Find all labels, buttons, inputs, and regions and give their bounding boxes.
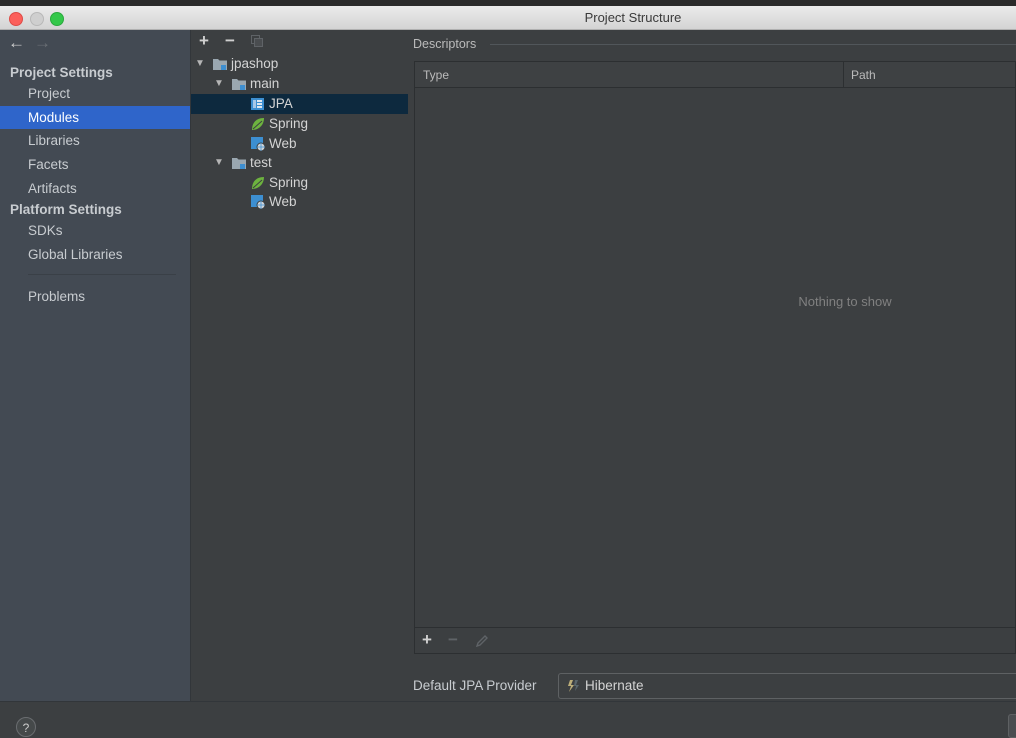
sidebar-item-artifacts[interactable]: Artifacts bbox=[0, 177, 190, 200]
tree-node-main-jpa[interactable]: JPA bbox=[191, 94, 409, 114]
column-header-type[interactable]: Type bbox=[423, 68, 449, 82]
descriptors-title: Descriptors bbox=[413, 37, 477, 51]
settings-sidebar: ← → Project Settings Project Modules Lib… bbox=[0, 30, 190, 701]
tree-node-label: Spring bbox=[269, 175, 309, 190]
sidebar-item-sdks[interactable]: SDKs bbox=[0, 219, 190, 242]
module-tree-panel: + − ▼ jpashop ▼ main JPA Spring Web ▼ te… bbox=[190, 30, 409, 701]
sidebar-item-global-libraries[interactable]: Global Libraries bbox=[0, 243, 190, 266]
window-title: Project Structure bbox=[584, 10, 682, 25]
column-divider[interactable] bbox=[843, 62, 844, 87]
jpa-provider-select[interactable]: Hibernate bbox=[558, 673, 1016, 699]
hibernate-icon bbox=[568, 680, 579, 692]
web-icon bbox=[251, 137, 265, 151]
help-button[interactable]: ? bbox=[16, 717, 36, 737]
dialog-action-button[interactable] bbox=[1008, 714, 1016, 738]
tree-node-test[interactable]: ▼ test bbox=[191, 153, 409, 173]
sidebar-item-project[interactable]: Project bbox=[0, 82, 190, 105]
tree-node-jpashop[interactable]: ▼ jpashop bbox=[191, 54, 409, 74]
descriptors-toolbar: + − bbox=[414, 628, 1016, 654]
module-folder-icon bbox=[232, 79, 246, 90]
forward-arrow-icon[interactable]: → bbox=[34, 34, 51, 52]
pencil-icon[interactable] bbox=[475, 634, 489, 648]
title-bar[interactable]: Project Structure bbox=[0, 6, 1016, 30]
column-header-path[interactable]: Path bbox=[851, 68, 876, 82]
sidebar-divider bbox=[28, 274, 176, 275]
empty-table-message: Nothing to show bbox=[798, 294, 892, 309]
tree-node-main-web[interactable]: Web bbox=[191, 134, 409, 154]
tree-node-label: Web bbox=[269, 194, 297, 209]
back-arrow-icon[interactable]: ← bbox=[8, 34, 25, 52]
tree-node-label: jpashop bbox=[231, 56, 279, 71]
descriptors-table[interactable]: Type Path Nothing to show bbox=[414, 61, 1016, 628]
tree-node-main-spring[interactable]: Spring bbox=[191, 114, 409, 134]
expand-arrow-icon[interactable]: ▼ bbox=[195, 54, 205, 74]
spring-leaf-icon bbox=[252, 177, 264, 189]
platform-settings-header: Platform Settings bbox=[10, 202, 122, 217]
jpa-icon bbox=[251, 98, 264, 110]
spring-leaf-icon bbox=[252, 118, 264, 130]
default-jpa-provider-label: Default JPA Provider bbox=[413, 678, 537, 693]
copy-icon[interactable] bbox=[251, 35, 263, 47]
add-descriptor-button[interactable]: + bbox=[422, 630, 432, 650]
expand-arrow-icon[interactable]: ▼ bbox=[214, 74, 224, 94]
web-icon bbox=[251, 195, 265, 209]
tree-node-label: Spring bbox=[269, 116, 309, 131]
remove-descriptor-button[interactable]: − bbox=[448, 630, 458, 650]
tree-node-label: test bbox=[250, 155, 272, 170]
sidebar-item-modules[interactable]: Modules bbox=[0, 106, 190, 129]
sidebar-item-libraries[interactable]: Libraries bbox=[0, 129, 190, 152]
tree-node-main[interactable]: ▼ main bbox=[191, 74, 409, 94]
module-folder-icon bbox=[213, 59, 227, 70]
expand-arrow-icon[interactable]: ▼ bbox=[214, 153, 224, 173]
tree-node-test-web[interactable]: Web bbox=[191, 192, 409, 212]
table-header: Type Path bbox=[415, 62, 1015, 88]
sidebar-item-problems[interactable]: Problems bbox=[0, 285, 190, 308]
module-folder-icon bbox=[232, 158, 246, 169]
tree-node-label: JPA bbox=[269, 96, 293, 111]
jpa-facet-panel: Descriptors Type Path Nothing to show + … bbox=[408, 30, 1016, 701]
tree-node-label: main bbox=[250, 76, 280, 91]
tree-node-test-spring[interactable]: Spring bbox=[191, 173, 409, 193]
descriptors-divider bbox=[490, 44, 1016, 45]
remove-module-button[interactable]: − bbox=[225, 31, 235, 51]
sidebar-item-facets[interactable]: Facets bbox=[0, 153, 190, 176]
project-settings-header: Project Settings bbox=[10, 65, 113, 80]
tree-node-label: Web bbox=[269, 136, 297, 151]
jpa-provider-value: Hibernate bbox=[585, 678, 644, 693]
dialog-bottom-bar: ? bbox=[0, 701, 1016, 738]
add-module-button[interactable]: + bbox=[199, 31, 209, 51]
